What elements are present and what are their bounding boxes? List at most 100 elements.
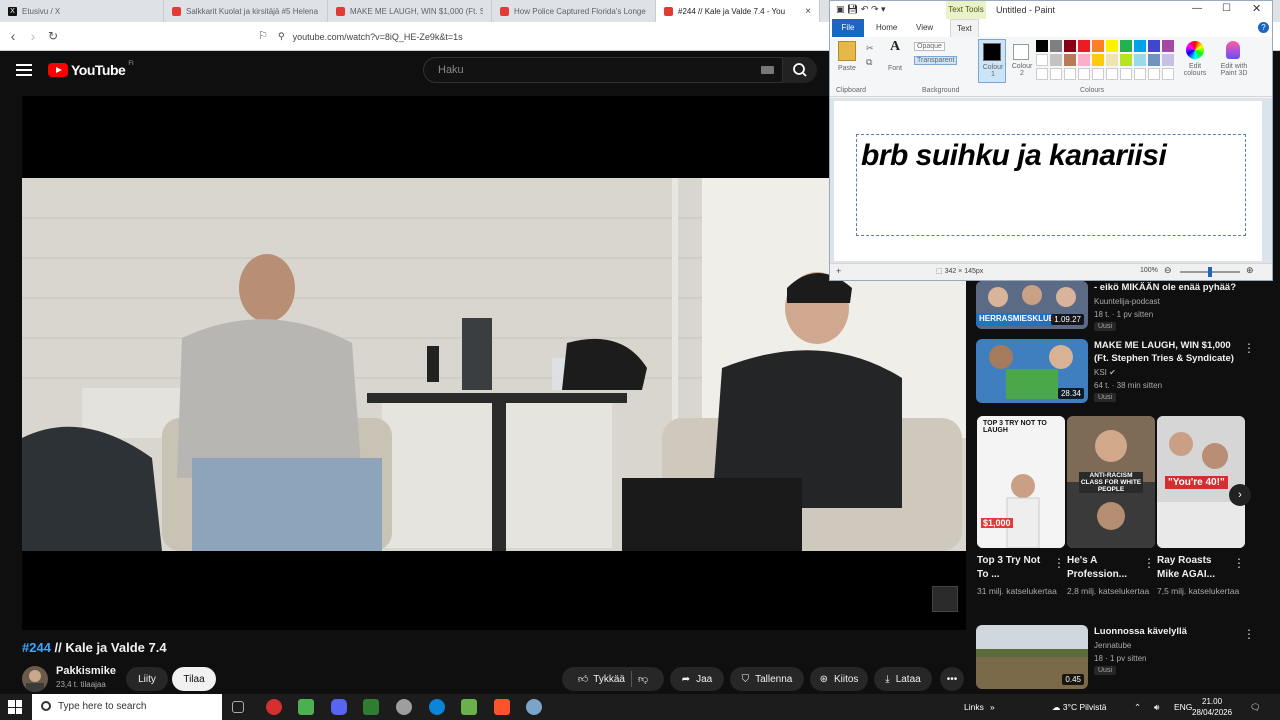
dislike-button[interactable]: 👎︎ [638, 673, 648, 685]
edge-icon[interactable] [429, 699, 445, 715]
palette-swatch[interactable] [1092, 54, 1104, 66]
palette-swatch[interactable] [1134, 68, 1146, 80]
palette-swatch[interactable] [1120, 54, 1132, 66]
more-options-icon[interactable]: ⋮ [1053, 556, 1065, 570]
palette-swatch[interactable] [1162, 54, 1174, 66]
video-player[interactable] [22, 96, 966, 630]
copy-icon[interactable]: ⧉ [866, 57, 872, 68]
palette-swatch[interactable] [1162, 40, 1174, 52]
join-button[interactable]: Liity [126, 667, 168, 691]
short-item[interactable]: "You're 40!" Ray Roasts Mike AGAI... 7,5… [1157, 416, 1245, 598]
tab-make-me-laugh[interactable]: MAKE ME LAUGH, WIN $1,000 (Ft. St [328, 0, 492, 22]
download-button[interactable]: ⤓ Lataa [874, 667, 932, 691]
more-options-icon[interactable]: ⋮ [1243, 627, 1255, 641]
search-input[interactable]: Haku [423, 57, 783, 83]
tab-text[interactable]: Text [950, 19, 979, 37]
reload-icon[interactable]: ↻ [44, 27, 62, 45]
subscribe-button[interactable]: Tilaa [172, 667, 216, 691]
more-actions-button[interactable]: ••• [940, 667, 964, 691]
canvas-text[interactable]: brb suihku ja kanariisi [861, 139, 1167, 173]
maximize-icon[interactable]: ☐ [1222, 3, 1231, 14]
palette-swatch[interactable] [1036, 54, 1048, 66]
notifications-icon[interactable]: 🗨︎ [1250, 694, 1261, 720]
address-bar[interactable]: ⚲ youtube.com/watch?v=8iQ_HE-Ze9k&t=1s [278, 27, 838, 46]
site-info-icon[interactable]: ⚲ [278, 31, 285, 42]
palette-swatch[interactable] [1148, 68, 1160, 80]
windows-start-icon[interactable] [8, 700, 22, 714]
tab-x[interactable]: X Etusivu / X [0, 0, 164, 22]
palette-swatch[interactable] [1120, 68, 1132, 80]
colour2-selector[interactable]: Colour 2 [1008, 39, 1036, 83]
recommendation-channel[interactable]: KSI ✔ [1094, 367, 1116, 379]
palette-swatch[interactable] [1064, 40, 1076, 52]
app-icon[interactable] [396, 699, 412, 715]
hamburger-menu-icon[interactable] [16, 64, 32, 76]
channel-avatar[interactable] [22, 666, 48, 692]
palette-swatch[interactable] [1078, 68, 1090, 80]
close-icon[interactable]: ✕ [1252, 2, 1261, 15]
tab-salkkarit[interactable]: Salkkarit Kuolat ja kirsitäjä #5 Helena [164, 0, 328, 22]
language-indicator[interactable]: ENG [1174, 694, 1192, 720]
search-button[interactable] [783, 57, 817, 83]
video-thumbnail[interactable]: 0.45 [976, 625, 1088, 689]
transparent-option[interactable]: Transparent [914, 56, 958, 65]
short-item[interactable]: ANTI-RACISM CLASS FOR WHITE PEOPLE He's … [1067, 416, 1155, 598]
share-button[interactable]: ➦ Jaa [670, 667, 724, 691]
palette-swatch[interactable] [1036, 68, 1048, 80]
tab-home[interactable]: Home [876, 19, 897, 37]
save-button[interactable]: ⛉ Tallenna [730, 667, 804, 691]
title-hashtag[interactable]: #244 [22, 640, 51, 655]
palette-swatch[interactable] [1050, 40, 1062, 52]
app-icon[interactable] [298, 699, 314, 715]
palette-swatch[interactable] [1106, 68, 1118, 80]
close-tab-icon[interactable]: × [805, 6, 811, 17]
cut-icon[interactable]: ✂ [866, 43, 874, 54]
palette-swatch[interactable] [1064, 68, 1076, 80]
opera-icon[interactable] [266, 699, 282, 715]
weather-widget[interactable]: ☁ 3°C Pilvistä [1052, 694, 1106, 720]
minimize-icon[interactable]: — [1192, 3, 1202, 14]
help-icon[interactable]: ? [1258, 22, 1269, 33]
recommendation-item[interactable]: 0.45 Luonnossa kävelyllä ⋮ Jennatube 18 … [976, 625, 1266, 695]
short-thumbnail[interactable]: TOP 3 TRY NOT TO LAUGH $1,000 [977, 416, 1065, 548]
palette-swatch[interactable] [1134, 54, 1146, 66]
discord-icon[interactable] [331, 699, 347, 715]
palette-swatch[interactable] [1134, 40, 1146, 52]
back-arrow-icon[interactable]: ‹ [4, 27, 22, 45]
tray-chevron-up-icon[interactable]: ⌃ [1134, 694, 1141, 720]
paint3d-icon[interactable] [1226, 41, 1240, 59]
palette-swatch[interactable] [1148, 54, 1160, 66]
palette-swatch[interactable] [1064, 54, 1076, 66]
text-selection-box[interactable]: brb suihku ja kanariisi [856, 134, 1246, 236]
palette-swatch[interactable] [1050, 54, 1062, 66]
font-icon[interactable]: A [890, 39, 900, 55]
zoom-slider[interactable] [1180, 267, 1240, 277]
quick-access-icons[interactable]: ▣ 💾︎ ↶ ↷ ▾ [836, 4, 886, 15]
chevron-right-icon[interactable]: › [1229, 484, 1251, 506]
video-thumbnail[interactable]: 28.34 [976, 339, 1088, 403]
clock[interactable]: 21.00 28/04/2026 [1192, 696, 1232, 718]
video-thumbnail[interactable]: HERRASMIESKLUBI 1.09.27 [976, 281, 1088, 329]
colour1-selector[interactable]: Colour 1 [978, 39, 1006, 83]
recommendation-channel[interactable]: Kuuntelija-podcast [1094, 296, 1160, 308]
paste-icon[interactable] [838, 41, 856, 61]
palette-swatch[interactable] [1036, 40, 1048, 52]
channel-watermark[interactable] [932, 586, 958, 612]
short-thumbnail[interactable]: ANTI-RACISM CLASS FOR WHITE PEOPLE [1067, 416, 1155, 548]
palette-swatch[interactable] [1106, 40, 1118, 52]
edit-colours-icon[interactable] [1186, 41, 1204, 59]
zoom-out-icon[interactable]: ⊖ [1164, 265, 1172, 276]
opaque-option[interactable]: Opaque [914, 42, 945, 51]
more-options-icon[interactable]: ⋮ [1233, 556, 1245, 570]
tab-police[interactable]: How Police Captured Florida's Longe [492, 0, 656, 22]
app-icon[interactable] [461, 699, 477, 715]
recommendation-channel[interactable]: Jennatube [1094, 640, 1131, 652]
brave-icon[interactable] [494, 699, 510, 715]
short-item[interactable]: TOP 3 TRY NOT TO LAUGH $1,000 Top 3 Try … [977, 416, 1065, 598]
zoom-slider-thumb[interactable] [1208, 267, 1212, 277]
more-options-icon[interactable]: ⋮ [1243, 341, 1255, 355]
file-menu[interactable]: File [832, 19, 864, 37]
keyboard-icon[interactable] [761, 66, 774, 74]
task-view-icon[interactable] [232, 701, 244, 713]
app-icon[interactable] [363, 699, 379, 715]
